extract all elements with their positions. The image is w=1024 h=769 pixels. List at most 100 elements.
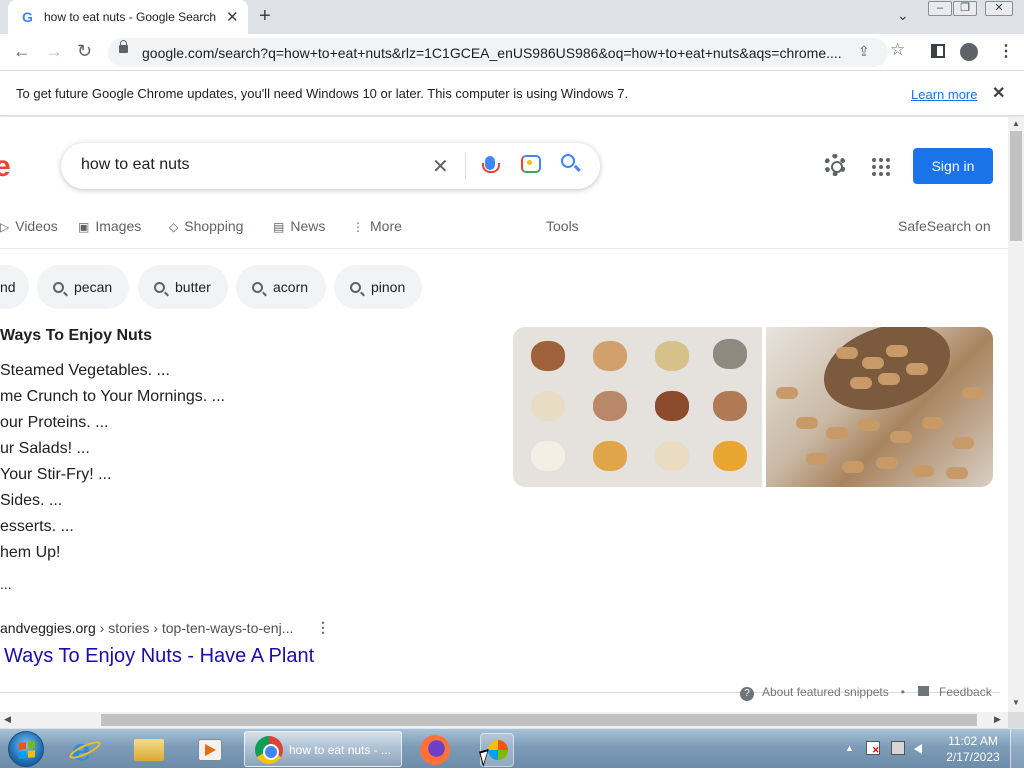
tools-button[interactable]: Tools <box>546 218 579 234</box>
browser-toolbar: ← → ↻ google.com/search?q=how+to+eat+nut… <box>0 34 1024 71</box>
horizontal-scrollbar[interactable]: ◀ ▶ <box>0 712 1008 728</box>
lock-icon[interactable] <box>119 40 128 53</box>
scroll-up-icon[interactable]: ▲ <box>1012 119 1020 128</box>
snippet-more: ... <box>0 576 12 592</box>
chrome-menu-icon[interactable]: ⋮ <box>998 41 1014 61</box>
search-box[interactable]: how to eat nuts ✕ <box>61 143 600 189</box>
tab-images[interactable]: ▣ Images <box>78 218 141 234</box>
search-submit-icon[interactable] <box>561 154 575 168</box>
close-tab-icon[interactable]: ✕ <box>226 8 239 26</box>
about-featured-snippets[interactable]: ? About featured snippets • <box>740 685 905 701</box>
snippet-list-item: Your Stir-Fry! ... <box>0 466 112 483</box>
snippet-list-item: Sides. ... <box>0 492 63 509</box>
scroll-right-icon[interactable]: ▶ <box>994 714 1001 725</box>
internet-explorer-icon[interactable]: e <box>62 733 112 768</box>
related-chip[interactable]: pinon <box>334 265 422 309</box>
search-icon <box>252 282 263 293</box>
tab-label: Images <box>95 218 142 234</box>
volume-icon[interactable] <box>914 741 928 755</box>
settings-gear-icon[interactable] <box>824 154 846 176</box>
infobar-message: To get future Google Chrome updates, you… <box>16 86 629 101</box>
minimize-button[interactable]: – <box>928 1 952 16</box>
tab-videos[interactable]: ▷ Videos <box>0 218 58 234</box>
side-panel-icon[interactable] <box>931 44 945 58</box>
bookmark-star-icon[interactable]: ☆ <box>890 40 905 60</box>
tab-news[interactable]: ▤ News <box>273 218 325 234</box>
tab-shopping[interactable]: ◇ Shopping <box>169 218 243 234</box>
search-icon <box>53 282 64 293</box>
scrollbar-corner <box>1008 712 1024 728</box>
chip-label: acorn <box>273 279 309 295</box>
address-bar[interactable]: google.com/search?q=how+to+eat+nuts&rlz=… <box>108 38 888 67</box>
feedback-icon <box>918 686 929 696</box>
taskbar-chrome-window[interactable]: how to eat nuts - ... <box>244 731 402 767</box>
network-icon[interactable] <box>891 741 905 755</box>
vertical-scrollbar[interactable]: ▲ ▼ <box>1008 117 1024 712</box>
action-center-flag-icon[interactable] <box>866 741 880 756</box>
google-apps-grid-icon[interactable] <box>872 158 890 176</box>
google-logo[interactable]: e <box>0 150 11 184</box>
firefox-icon[interactable] <box>410 733 460 767</box>
clock-date: 2/17/2023 <box>946 750 1000 764</box>
sign-in-button[interactable]: Sign in <box>913 148 993 184</box>
chip-label: butter <box>175 279 211 295</box>
profile-avatar[interactable] <box>960 43 978 61</box>
reload-icon[interactable]: ↻ <box>77 41 92 62</box>
windows-taskbar: e how to eat nuts - ... ▲ 11:02 AM 2/17/… <box>0 728 1024 769</box>
windows-program-icon[interactable] <box>472 733 522 767</box>
start-button[interactable] <box>8 731 44 767</box>
result-menu-icon[interactable]: ⋮ <box>316 619 330 636</box>
more-dots-icon: ⋮ <box>352 220 364 234</box>
media-player-icon[interactable] <box>184 733 234 767</box>
feedback-link[interactable]: Feedback <box>918 685 992 699</box>
url-text[interactable]: google.com/search?q=how+to+eat+nuts&rlz=… <box>142 45 842 61</box>
show-hidden-icons[interactable]: ▲ <box>845 743 854 753</box>
vertical-scroll-thumb[interactable] <box>1010 131 1022 241</box>
cite-path: › stories › top-ten-ways-to-enj... <box>95 620 294 636</box>
voice-search-mic-icon[interactable] <box>482 156 500 173</box>
infobar-close-icon[interactable]: ✕ <box>992 83 1005 103</box>
result-title-link[interactable]: Ways To Enjoy Nuts - Have A Plant <box>4 645 314 668</box>
snippet-list-item: esserts. ... <box>0 518 74 535</box>
related-chip[interactable]: butter <box>138 265 228 309</box>
new-tab-icon[interactable]: + <box>259 5 271 28</box>
play-icon: ▷ <box>0 220 10 234</box>
related-chip[interactable]: pecan <box>37 265 129 309</box>
windows-logo-icon <box>19 741 35 759</box>
snippet-list-item: our Proteins. ... <box>0 414 109 431</box>
horizontal-scroll-thumb[interactable] <box>101 714 977 726</box>
browser-tab[interactable]: G how to eat nuts - Google Search ✕ <box>8 0 248 34</box>
back-arrow-icon[interactable]: ← <box>13 41 31 62</box>
tab-search-chevron-icon[interactable]: ⌄ <box>897 7 909 24</box>
snippet-list-item: hem Up! <box>0 544 61 561</box>
safesearch-toggle[interactable]: SafeSearch on <box>898 218 991 234</box>
search-results-page: e how to eat nuts ✕ Sign in ▷ Videos ▣ Ima… <box>0 117 1008 712</box>
file-explorer-icon[interactable] <box>124 733 174 767</box>
close-window-button[interactable]: ✕ <box>985 1 1013 16</box>
search-input[interactable]: how to eat nuts <box>81 156 190 174</box>
system-clock[interactable]: 11:02 AM 2/17/2023 <box>940 733 1006 765</box>
help-icon: ? <box>740 687 754 701</box>
related-chip[interactable]: acorn <box>236 265 326 309</box>
share-icon[interactable]: ⇪ <box>858 43 870 60</box>
search-icon <box>154 282 165 293</box>
feedback-label: Feedback <box>939 685 992 699</box>
snippet-list-item: ur Salads! ... <box>0 440 90 457</box>
result-cite[interactable]: andveggies.org › stories › top-ten-ways-… <box>0 620 293 636</box>
tab-more[interactable]: ⋮ More <box>352 218 402 234</box>
tag-icon: ◇ <box>169 220 179 234</box>
nuts-grid-image[interactable] <box>513 327 762 487</box>
scroll-down-icon[interactable]: ▼ <box>1012 698 1020 707</box>
clear-search-icon[interactable]: ✕ <box>432 154 449 179</box>
snippet-heading: Ways To Enjoy Nuts <box>0 327 153 344</box>
learn-more-link[interactable]: Learn more <box>911 87 977 102</box>
tab-strip: G how to eat nuts - Google Search ✕ + ⌄ … <box>0 0 1024 34</box>
cite-domain: andveggies.org <box>0 620 96 636</box>
forward-arrow-icon[interactable]: → <box>45 41 63 62</box>
scroll-left-icon[interactable]: ◀ <box>4 714 11 725</box>
related-chip[interactable]: nd <box>0 265 29 309</box>
restore-button[interactable]: ❐ <box>953 1 977 16</box>
peanuts-spoon-image[interactable] <box>766 327 993 487</box>
google-lens-camera-icon[interactable] <box>521 155 541 173</box>
show-desktop-button[interactable] <box>1010 729 1024 769</box>
